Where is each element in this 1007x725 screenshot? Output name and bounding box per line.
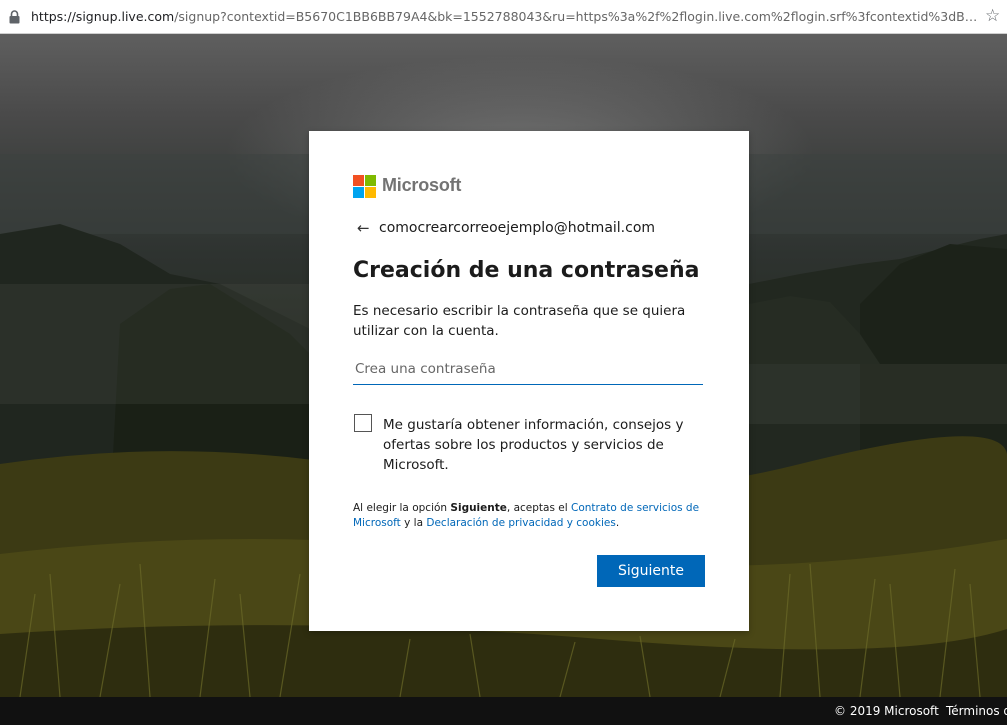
terms-link[interactable]: Términos d [946,704,1007,718]
marketing-checkbox-label[interactable]: Me gustaría obtener información, consejo… [383,415,693,475]
url-host: https://signup.live.com [31,9,175,24]
legal-text-part1: Al elegir la opción [353,502,451,514]
marketing-checkbox[interactable] [354,414,372,432]
logo-square-blue [353,187,364,198]
description-text: Es necesario escribir la contraseña que … [353,303,686,339]
browser-address-bar[interactable]: https://signup.live.com/signup?contextid… [0,0,1007,34]
url-path: /signup?contextid=B5670C1BB6BB79A4&bk=15… [174,9,981,24]
legal-text-part2: , aceptas el [506,502,571,514]
logo-square-yellow [365,187,376,198]
page-title: Creación de una contraseña [353,258,700,283]
legal-text-bold: Siguiente [450,502,507,514]
url-text[interactable]: https://signup.live.com/signup?contextid… [31,9,981,24]
privacy-statement-link[interactable]: Declaración de privacidad y cookies [426,517,615,529]
legal-text-part4: . [615,517,620,529]
lock-icon [9,10,20,24]
logo-square-red [353,175,364,186]
next-button[interactable]: Siguiente [597,555,705,587]
logo-square-green [365,175,376,186]
bookmark-star-icon[interactable]: ☆ [985,6,1000,26]
copyright-text: © 2019 Microsoft [834,704,939,718]
account-email: comocrearcorreoejemplo@hotmail.com [379,220,656,236]
password-input[interactable] [353,353,703,385]
legal-text-part3: y la [400,517,427,529]
brand-name: Microsoft [382,175,462,195]
page-footer: © 2019 Microsoft Términos d [0,697,1007,725]
legal-text: Al elegir la opción Siguiente, aceptas e… [353,501,708,531]
signup-card: Microsoft ← comocrearcorreoejemplo@hotma… [309,131,749,631]
back-arrow-icon[interactable]: ← [357,219,370,237]
